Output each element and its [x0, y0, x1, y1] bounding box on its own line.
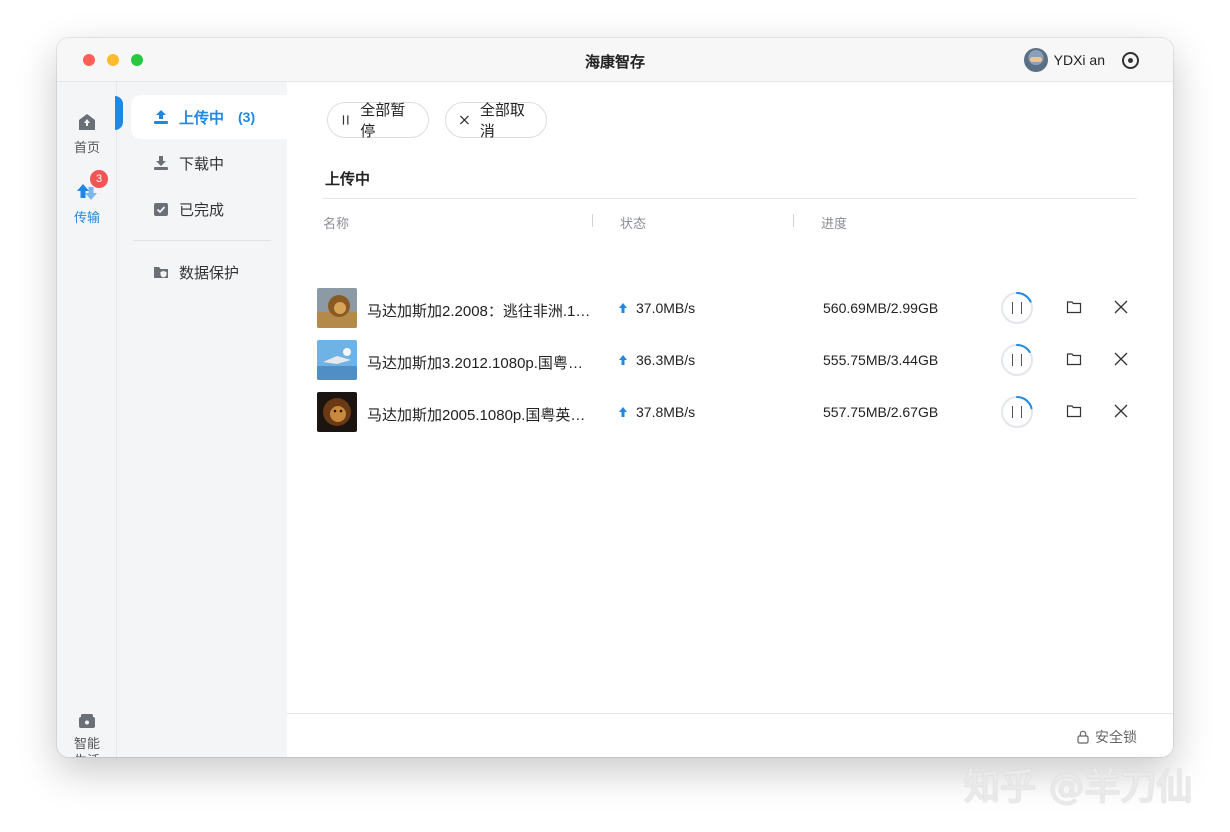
pause-all-label: 全部暂停 — [360, 102, 406, 140]
sidebar-divider — [133, 240, 271, 241]
file-name: 马达加斯加2.2008：逃往非洲.1080p.国粤英三语.中英字幕 — [367, 303, 593, 320]
progress-text: 557.75MB/2.67GB — [823, 404, 939, 420]
upload-arrow-icon — [619, 303, 627, 313]
user-account[interactable]: YDXi an — [1023, 48, 1105, 72]
progress-text: 560.69MB/2.99GB — [823, 300, 939, 316]
transfer-count-badge: 3 — [90, 170, 108, 188]
sidebar-item-data-protection[interactable]: 数据保护 — [131, 250, 287, 294]
file-thumbnail — [317, 340, 357, 380]
sidebar-item-data-protection-label: 数据保护 — [179, 264, 240, 282]
column-separator — [793, 214, 794, 227]
download-icon — [154, 156, 168, 170]
folder-icon[interactable] — [1066, 403, 1082, 419]
uploading-count: (3) — [238, 109, 256, 125]
close-icon[interactable] — [1113, 299, 1129, 315]
primary-nav-rail: 首页 3 传输 智能 生活 — [57, 82, 117, 757]
upload-speed: 36.3MB/s — [619, 352, 695, 368]
file-name: 马达加斯加3.2012.1080p.国粤英三语.中英字幕 — [367, 355, 593, 372]
home-icon — [79, 114, 95, 130]
transfer-sidebar: 上传中 (3) 下载中 已完成 数据保护 — [117, 82, 287, 757]
watermark: 知乎 @羊刀仙 — [964, 767, 1193, 808]
sidebar-item-completed-label: 已完成 — [179, 201, 225, 219]
table-row[interactable]: 马达加斯加2.2008：逃往非洲.1080p.国粤英三语.中英字幕 37.0MB… — [287, 282, 1173, 334]
app-window: 海康智存 YDXi an 首页 3 传输 智能 上传中 (3) 下载中 已完成 … — [57, 38, 1173, 757]
nav-smart-life-label-1: 智能 — [73, 736, 100, 751]
footer-bar: 安全锁 — [287, 713, 1173, 757]
pause-icon — [342, 115, 349, 125]
active-nav-indicator — [115, 96, 123, 130]
upload-speed: 37.0MB/s — [619, 300, 695, 316]
lock-icon — [1077, 730, 1089, 744]
nav-home-label: 首页 — [73, 140, 100, 155]
progress-text: 555.75MB/3.44GB — [823, 352, 939, 368]
close-icon — [459, 115, 469, 125]
table-row[interactable]: 马达加斯加3.2012.1080p.国粤英三语.中英字幕 36.3MB/s 55… — [287, 334, 1173, 386]
column-header-name: 名称 — [323, 216, 350, 231]
avatar — [1023, 48, 1048, 72]
data-protection-icon — [154, 267, 168, 278]
column-header-status: 状态 — [620, 216, 647, 231]
nav-home[interactable]: 首页 — [57, 112, 117, 156]
section-divider — [323, 198, 1137, 199]
file-thumbnail — [317, 288, 357, 328]
speed-value: 37.0MB/s — [636, 300, 696, 316]
speed-value: 36.3MB/s — [636, 352, 696, 368]
folder-icon[interactable] — [1066, 351, 1082, 367]
smart-life-icon — [79, 714, 95, 728]
sidebar-item-downloading[interactable]: 下载中 — [131, 141, 287, 185]
file-name: 马达加斯加2005.1080p.国粤英三语.中英字幕 — [367, 407, 593, 424]
speed-value: 37.8MB/s — [636, 404, 696, 420]
column-header-progress: 进度 — [821, 216, 848, 231]
pause-task-button[interactable] — [1012, 406, 1022, 418]
cancel-all-button[interactable]: 全部取消 — [445, 102, 547, 140]
nav-transfer[interactable]: 3 传输 — [57, 170, 117, 226]
column-separator — [592, 214, 593, 227]
close-icon[interactable] — [1113, 403, 1129, 419]
main-content: 全部暂停 全部取消 上传中 名称 状态 进度 马达加斯加2.2008：逃往非洲.… — [287, 82, 1173, 757]
pause-all-button[interactable]: 全部暂停 — [327, 102, 429, 140]
sidebar-item-completed[interactable]: 已完成 — [131, 187, 287, 231]
nav-smart-life-label-2: 生活 — [57, 752, 117, 757]
upload-arrow-icon — [619, 355, 627, 365]
upload-icon — [154, 110, 168, 124]
security-lock-button[interactable]: 安全锁 — [1077, 727, 1137, 747]
close-icon[interactable] — [1113, 351, 1129, 367]
section-title: 上传中 — [325, 171, 371, 188]
security-lock-label: 安全锁 — [1095, 729, 1137, 745]
sidebar-item-downloading-label: 下载中 — [179, 155, 225, 173]
user-name: YDXi an — [1053, 52, 1105, 68]
window-title: 海康智存 — [584, 54, 645, 71]
pause-task-button[interactable] — [1012, 354, 1022, 366]
completed-icon — [154, 203, 168, 216]
table-row[interactable]: 马达加斯加2005.1080p.国粤英三语.中英字幕 37.8MB/s 557.… — [287, 386, 1173, 438]
file-thumbnail — [317, 392, 357, 432]
folder-icon[interactable] — [1066, 299, 1082, 315]
title-bar: 海康智存 YDXi an — [57, 38, 1173, 82]
sidebar-item-uploading-label: 上传中 — [179, 109, 225, 127]
pause-task-button[interactable] — [1012, 302, 1022, 314]
sidebar-item-uploading[interactable]: 上传中 (3) — [131, 95, 287, 139]
upload-arrow-icon — [619, 407, 627, 417]
cancel-all-label: 全部取消 — [479, 102, 525, 140]
nav-smart-life[interactable]: 智能 生活 — [57, 712, 117, 757]
upload-speed: 37.8MB/s — [619, 404, 695, 420]
nav-transfer-label: 传输 — [73, 210, 100, 225]
settings-icon[interactable] — [1122, 52, 1139, 69]
